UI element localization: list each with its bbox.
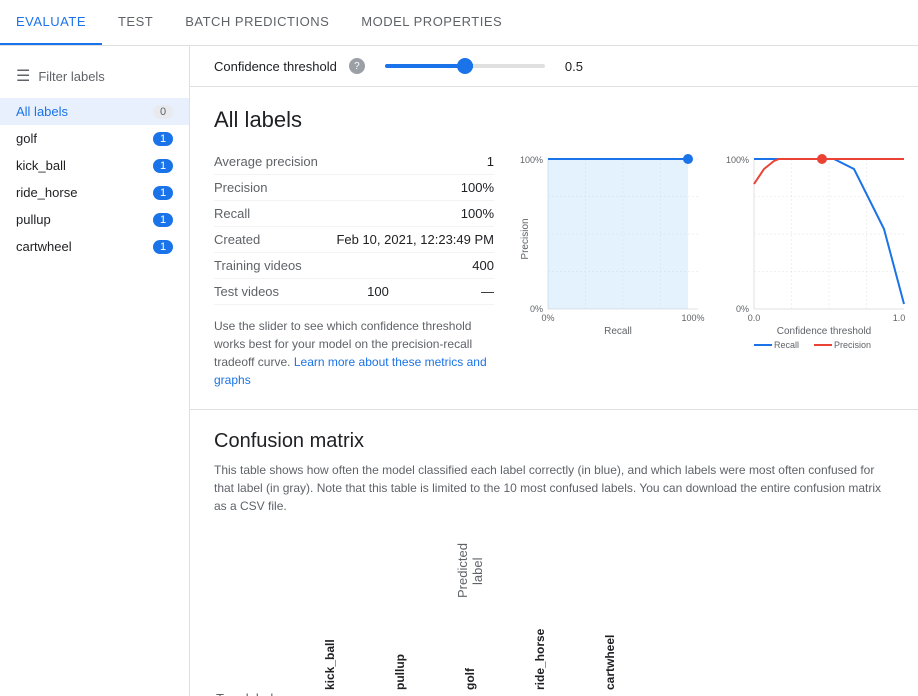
sidebar-item-badge: 1: [153, 132, 173, 146]
svg-text:100%: 100%: [726, 155, 749, 165]
sidebar-item-label: ride_horse: [16, 185, 77, 200]
metric-name: Precision: [214, 180, 267, 195]
svg-text:Confidence threshold: Confidence threshold: [777, 326, 872, 337]
metric-row-avg-precision: Average precision 1: [214, 149, 494, 175]
metric-value: Feb 10, 2021, 12:23:49 PM: [336, 232, 494, 247]
metric-name: Training videos: [214, 258, 302, 273]
metric-name: Created: [214, 232, 260, 247]
confidence-label: Confidence threshold: [214, 59, 337, 74]
sidebar-item-ride-horse[interactable]: ride_horse 1: [0, 179, 189, 206]
metric-row-precision: Precision 100%: [214, 175, 494, 201]
col-header-golf: golf: [435, 614, 505, 696]
col-label: cartwheel: [599, 618, 621, 696]
metrics-table: Average precision 1 Precision 100% Recal…: [214, 149, 494, 389]
confusion-description: This table shows how often the model cla…: [214, 461, 894, 515]
metric-name: Test videos: [214, 284, 279, 299]
sidebar-item-kick-ball[interactable]: kick_ball 1: [0, 152, 189, 179]
sidebar-item-badge: 1: [153, 159, 173, 173]
svg-text:Recall: Recall: [604, 326, 632, 337]
metric-value: 100: [367, 284, 389, 299]
predicted-label-header: Predicted label: [295, 531, 645, 614]
filter-label: Filter labels: [38, 69, 104, 84]
sidebar-item-cartwheel[interactable]: cartwheel 1: [0, 233, 189, 260]
metric-row-training: Training videos 400: [214, 253, 494, 279]
charts-container: 100% 0% 0% 100% Recall Precision: [518, 149, 914, 389]
metric-value: 1: [487, 154, 494, 169]
metric-value: 400: [472, 258, 494, 273]
col-header-cartwheel: cartwheel: [575, 614, 645, 696]
sidebar-item-badge: 1: [153, 186, 173, 200]
metric-row-recall: Recall 100%: [214, 201, 494, 227]
threshold-chart-box: 100% 0% 0.0 1.0 Confidence threshold Rec…: [724, 149, 914, 389]
menu-icon: ☰: [16, 66, 30, 86]
metrics-layout: Average precision 1 Precision 100% Recal…: [214, 149, 894, 389]
help-icon[interactable]: ?: [349, 58, 365, 74]
col-label: kick_ball: [319, 618, 341, 696]
col-header-ride-horse: ride_horse: [505, 614, 575, 696]
svg-text:Precision: Precision: [520, 218, 531, 259]
tab-batch[interactable]: BATCH PREDICTIONS: [169, 0, 345, 45]
svg-text:0%: 0%: [541, 313, 554, 323]
threshold-chart: 100% 0% 0.0 1.0 Confidence threshold Rec…: [724, 149, 914, 349]
svg-text:100%: 100%: [520, 155, 543, 165]
all-labels-title: All labels: [214, 107, 894, 133]
col-label: pullup: [389, 618, 411, 696]
sidebar-item-all-labels[interactable]: All labels 0: [0, 98, 189, 125]
metric-value: 100%: [461, 180, 494, 195]
confidence-value: 0.5: [565, 59, 583, 74]
sidebar-item-golf[interactable]: golf 1: [0, 125, 189, 152]
confusion-title: Confusion matrix: [214, 430, 894, 453]
col-label: ride_horse: [529, 618, 551, 696]
metric-name: Recall: [214, 206, 250, 221]
tab-evaluate[interactable]: EVALUATE: [0, 0, 102, 45]
tab-test[interactable]: TEST: [102, 0, 169, 45]
main-content: Confidence threshold ? 0.5 All labels Av…: [190, 46, 918, 696]
metric-row-created: Created Feb 10, 2021, 12:23:49 PM: [214, 227, 494, 253]
sidebar-item-label: kick_ball: [16, 158, 66, 173]
sidebar: ☰ Filter labels All labels 0 golf 1 kick…: [0, 46, 190, 696]
true-label-header: True label: [216, 683, 285, 696]
sidebar-item-label: pullup: [16, 212, 51, 227]
tab-model[interactable]: MODEL PROPERTIES: [345, 0, 518, 45]
col-label: golf: [459, 618, 481, 696]
metric-value: 100%: [461, 206, 494, 221]
confidence-slider[interactable]: [385, 64, 545, 68]
metrics-section: All labels Average precision 1 Precision…: [190, 87, 918, 409]
col-header-kick-ball: kick_ball: [295, 614, 365, 696]
sidebar-item-badge: 1: [153, 213, 173, 227]
svg-text:0.0: 0.0: [748, 313, 761, 323]
main-layout: ☰ Filter labels All labels 0 golf 1 kick…: [0, 46, 918, 696]
confusion-matrix-container: True label Predicted label kick_ball: [214, 531, 894, 696]
sidebar-item-pullup[interactable]: pullup 1: [0, 206, 189, 233]
metrics-note: Use the slider to see which confidence t…: [214, 317, 494, 389]
metric-row-test: Test videos 100 —: [214, 279, 494, 305]
svg-text:1.0: 1.0: [893, 313, 906, 323]
sidebar-item-label: cartwheel: [16, 239, 72, 254]
confusion-section: Confusion matrix This table shows how of…: [190, 409, 918, 696]
col-header-pullup: pullup: [365, 614, 435, 696]
pr-chart: 100% 0% 0% 100% Recall Precision: [518, 149, 708, 349]
sidebar-item-badge: 0: [153, 105, 173, 119]
svg-text:100%: 100%: [681, 313, 704, 323]
svg-text:Precision: Precision: [834, 340, 871, 349]
confusion-matrix-table: True label Predicted label kick_ball: [214, 531, 646, 696]
svg-text:Recall: Recall: [774, 340, 799, 349]
sidebar-item-badge: 1: [153, 240, 173, 254]
confidence-threshold-bar: Confidence threshold ? 0.5: [190, 46, 918, 87]
pr-chart-box: 100% 0% 0% 100% Recall Precision: [518, 149, 708, 389]
filter-labels-header: ☰ Filter labels: [0, 58, 189, 94]
sidebar-item-label: golf: [16, 131, 37, 146]
top-nav: EVALUATE TEST BATCH PREDICTIONS MODEL PR…: [0, 0, 918, 46]
sidebar-item-label: All labels: [16, 104, 68, 119]
metric-name: Average precision: [214, 154, 318, 169]
